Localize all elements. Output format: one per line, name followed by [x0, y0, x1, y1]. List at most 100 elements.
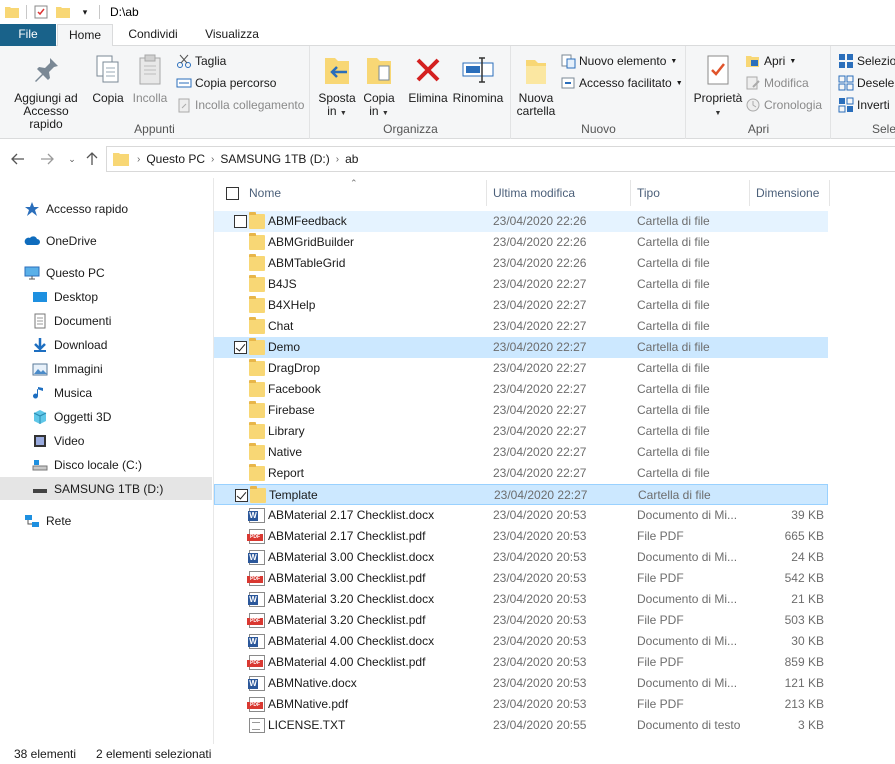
column-size[interactable]: Dimensione: [750, 178, 830, 208]
nav-download[interactable]: Download: [0, 334, 212, 356]
customize-quick-access-icon[interactable]: ▾: [77, 4, 93, 20]
nav-drive-d[interactable]: SAMSUNG 1TB (D:): [0, 477, 212, 500]
invert-selection-button[interactable]: Inverti: [838, 95, 890, 115]
delete-button[interactable]: Elimina: [405, 52, 451, 105]
file-size: 542 KB: [784, 571, 824, 585]
nav-video[interactable]: Video: [0, 430, 212, 452]
chevron-right-icon[interactable]: ›: [336, 154, 339, 165]
tab-file[interactable]: File: [0, 24, 56, 46]
file-row[interactable]: ABMNative.pdf 23/04/2020 20:53 File PDF 213…: [214, 694, 828, 715]
new-item-button[interactable]: Nuovo elemento ▼: [560, 51, 677, 71]
breadcrumb-drive-d[interactable]: SAMSUNG 1TB (D:): [220, 152, 329, 166]
nav-onedrive[interactable]: OneDrive: [0, 230, 212, 252]
properties-button[interactable]: Proprietà ▼: [691, 52, 745, 120]
nav-music[interactable]: Musica: [0, 382, 212, 404]
edit-icon: [745, 75, 761, 91]
recent-locations-button[interactable]: ⌄: [63, 150, 81, 168]
tab-share[interactable]: Condividi: [118, 24, 188, 46]
paste-button[interactable]: Incolla: [128, 52, 172, 105]
file-row[interactable]: Firebase 23/04/2020 22:27 Cartella di file: [214, 400, 828, 421]
column-modified[interactable]: Ultima modifica: [487, 178, 631, 208]
file-row[interactable]: ABMNative.docx 23/04/2020 20:53 Documento …: [214, 673, 828, 694]
select-all-checkbox[interactable]: [226, 187, 239, 200]
row-checkbox[interactable]: [235, 489, 248, 502]
history-button[interactable]: Cronologia: [745, 95, 822, 115]
breadcrumb-this-pc[interactable]: Questo PC: [146, 152, 205, 166]
nav-this-pc[interactable]: Questo PC: [0, 262, 212, 284]
file-row[interactable]: ABMaterial 4.00 Checklist.docx 23/04/2020…: [214, 631, 828, 652]
edit-button[interactable]: Modifica: [745, 73, 809, 93]
file-row[interactable]: ABMaterial 2.17 Checklist.docx 23/04/2020…: [214, 505, 828, 526]
tab-home[interactable]: Home: [57, 24, 113, 47]
move-to-button[interactable]: Sposta in ▼: [315, 52, 359, 120]
file-row[interactable]: DragDrop 23/04/2020 22:27 Cartella di file: [214, 358, 828, 379]
file-row[interactable]: B4XHelp 23/04/2020 22:27 Cartella di file: [214, 295, 828, 316]
forward-button[interactable]: [38, 150, 56, 168]
nav-pictures[interactable]: Immagini: [0, 358, 212, 380]
file-row[interactable]: ABMFeedback 23/04/2020 22:26 Cartella di f…: [214, 211, 828, 232]
pin-quick-access-button[interactable]: Aggiungi ad Accesso rapido: [6, 52, 86, 131]
copy-button[interactable]: Copia: [88, 52, 128, 105]
column-name[interactable]: Nome: [243, 178, 488, 208]
back-button[interactable]: [9, 150, 27, 168]
file-size: 24 KB: [791, 550, 824, 564]
file-date: 23/04/2020 22:27: [493, 298, 587, 312]
file-name: Chat: [268, 319, 294, 333]
file-row[interactable]: Chat 23/04/2020 22:27 Cartella di file: [214, 316, 828, 337]
file-row[interactable]: Demo 23/04/2020 22:27 Cartella di file: [214, 337, 828, 358]
select-none-button[interactable]: Desele: [838, 73, 894, 93]
nav-documents[interactable]: Documenti: [0, 310, 212, 332]
file-row[interactable]: ABMaterial 3.20 Checklist.pdf 23/04/2020 …: [214, 610, 828, 631]
file-type: Cartella di file: [637, 445, 710, 459]
up-button[interactable]: [83, 150, 101, 168]
paste-shortcut-button[interactable]: Incolla collegamento: [176, 95, 304, 115]
chevron-right-icon[interactable]: ›: [137, 154, 140, 165]
group-label-new: Nuovo: [581, 122, 616, 136]
copy-path-button[interactable]: Copia percorso: [176, 73, 276, 93]
file-row[interactable]: ABMaterial 3.00 Checklist.pdf 23/04/2020 …: [214, 568, 828, 589]
select-all-button[interactable]: Selezio: [838, 51, 895, 71]
properties-quick-icon[interactable]: [33, 4, 49, 20]
row-checkbox[interactable]: [234, 215, 247, 228]
rename-button[interactable]: Rinomina: [451, 52, 505, 105]
file-row[interactable]: ABMaterial 2.17 Checklist.pdf 23/04/2020 …: [214, 526, 828, 547]
address-bar[interactable]: › Questo PC › SAMSUNG 1TB (D:) › ab: [106, 146, 895, 172]
file-row[interactable]: ABMaterial 4.00 Checklist.pdf 23/04/2020 …: [214, 652, 828, 673]
chevron-right-icon[interactable]: ›: [211, 154, 214, 165]
nav-quick-access[interactable]: Accesso rapido: [0, 198, 212, 220]
file-row[interactable]: ABMGridBuilder 23/04/2020 22:26 Cartella d…: [214, 232, 828, 253]
group-clipboard: Aggiungi ad Accesso rapido Copia Incolla…: [0, 46, 310, 139]
new-folder-button[interactable]: Nuova cartella: [514, 52, 558, 118]
pdf-file-icon: [247, 571, 265, 586]
nav-3d-objects[interactable]: Oggetti 3D: [0, 406, 212, 428]
file-row[interactable]: B4JS 23/04/2020 22:27 Cartella di file: [214, 274, 828, 295]
file-row[interactable]: ABMaterial 3.00 Checklist.docx 23/04/2020…: [214, 547, 828, 568]
file-row[interactable]: Library 23/04/2020 22:27 Cartella di file: [214, 421, 828, 442]
copy-to-button[interactable]: Copia in ▼: [357, 52, 401, 120]
folder-icon: [249, 401, 265, 418]
file-row[interactable]: ABMaterial 3.20 Checklist.docx 23/04/2020…: [214, 589, 828, 610]
file-row[interactable]: Native 23/04/2020 22:27 Cartella di file: [214, 442, 828, 463]
file-row[interactable]: Facebook 23/04/2020 22:27 Cartella di file: [214, 379, 828, 400]
file-row[interactable]: Report 23/04/2020 22:27 Cartella di file: [214, 463, 828, 484]
file-type: Cartella di file: [637, 403, 710, 417]
breadcrumb-ab[interactable]: ab: [345, 152, 358, 166]
file-row[interactable]: ABMTableGrid 23/04/2020 22:26 Cartella di …: [214, 253, 828, 274]
file-name: ABMaterial 3.20 Checklist.docx: [268, 592, 435, 606]
nav-desktop[interactable]: Desktop: [0, 286, 212, 308]
row-checkbox[interactable]: [234, 341, 247, 354]
file-row[interactable]: Template 23/04/2020 22:27 Cartella di file: [214, 484, 828, 505]
open-button[interactable]: Apri ▼: [745, 51, 796, 71]
nav-drive-c[interactable]: Disco locale (C:): [0, 454, 212, 476]
easy-access-button[interactable]: Accesso facilitato ▼: [560, 73, 683, 93]
tab-view[interactable]: Visualizza: [196, 24, 268, 46]
file-type: Documento di Mi...: [637, 676, 738, 690]
column-type[interactable]: Tipo: [631, 178, 749, 208]
star-icon: [24, 201, 40, 217]
column-divider[interactable]: [829, 180, 830, 206]
nav-network[interactable]: Rete: [0, 510, 212, 532]
file-row[interactable]: LICENSE.TXT 23/04/2020 20:55 Documento di …: [214, 715, 828, 736]
nav-label: Desktop: [54, 290, 99, 304]
cut-button[interactable]: Taglia: [176, 51, 226, 71]
new-folder-quick-icon[interactable]: [55, 4, 71, 20]
